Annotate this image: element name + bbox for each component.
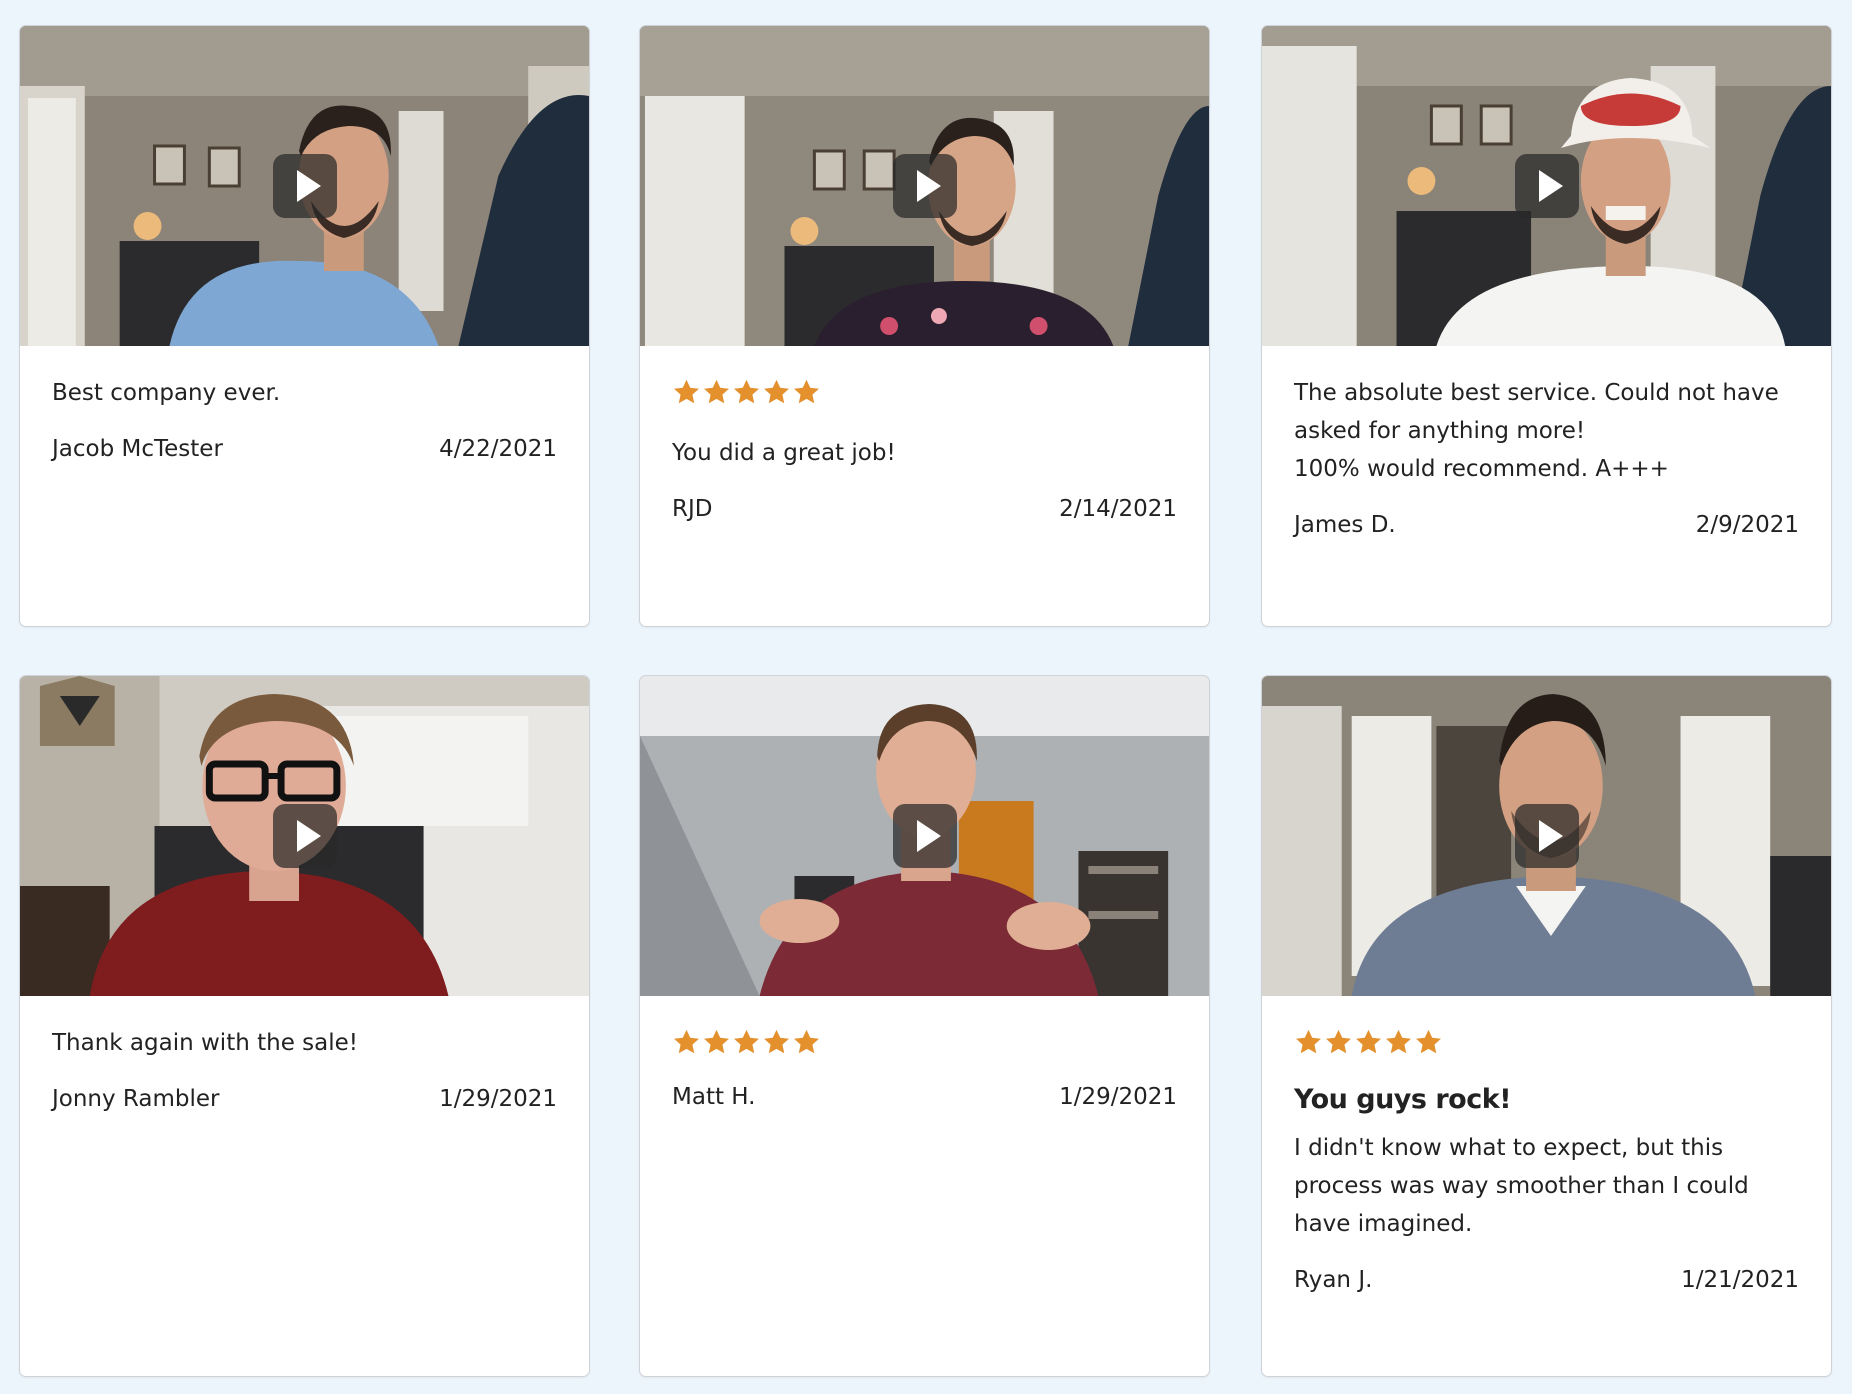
testimonial-card: Best company ever. Jacob McTester 4/22/2… — [19, 25, 590, 627]
video-thumbnail[interactable] — [20, 26, 589, 346]
testimonial-card: You did a great job! RJD 2/14/2021 — [639, 25, 1210, 627]
play-button[interactable] — [1514, 154, 1579, 218]
review-meta: Matt H. 1/29/2021 — [672, 1084, 1177, 1110]
review-meta: Ryan J. 1/21/2021 — [1294, 1267, 1799, 1293]
testimonial-body: The absolute best service. Could not hav… — [1262, 346, 1831, 562]
play-icon — [296, 820, 321, 852]
star-icon — [674, 379, 699, 404]
testimonial-body: You did a great job! RJD 2/14/2021 — [640, 346, 1209, 546]
video-thumbnail[interactable] — [640, 26, 1209, 346]
play-icon — [1538, 170, 1563, 202]
star-rating — [672, 1028, 1177, 1058]
review-date: 1/21/2021 — [1681, 1267, 1799, 1293]
testimonial-body: Best company ever. Jacob McTester 4/22/2… — [20, 346, 589, 486]
testimonial-body: You guys rock! I didn't know what to exp… — [1262, 996, 1831, 1317]
testimonial-card: You guys rock! I didn't know what to exp… — [1261, 675, 1832, 1377]
play-icon — [916, 170, 941, 202]
testimonial-card: Thank again with the sale! Jonny Rambler… — [19, 675, 590, 1377]
play-button[interactable] — [272, 154, 337, 218]
reviewer-name: Ryan J. — [1294, 1267, 1373, 1293]
star-icon — [734, 1029, 759, 1054]
star-icon — [1326, 1029, 1351, 1054]
star-icon — [734, 379, 759, 404]
review-date: 1/29/2021 — [1059, 1084, 1177, 1110]
review-title: You guys rock! — [1294, 1084, 1512, 1115]
review-date: 2/14/2021 — [1059, 496, 1177, 522]
play-button[interactable] — [1514, 804, 1579, 868]
testimonial-body: Matt H. 1/29/2021 — [640, 996, 1209, 1134]
review-text: The absolute best service. Could not hav… — [1294, 380, 1779, 482]
review-meta: James D. 2/9/2021 — [1294, 512, 1799, 538]
star-rating — [672, 378, 1177, 408]
star-icon — [1386, 1029, 1411, 1054]
review-text: You did a great job! — [672, 440, 896, 466]
review-meta: Jonny Rambler 1/29/2021 — [52, 1086, 557, 1112]
play-button[interactable] — [892, 804, 957, 868]
star-icon — [794, 1029, 819, 1054]
review-date: 4/22/2021 — [439, 436, 557, 462]
play-icon — [1538, 820, 1563, 852]
star-icon — [1416, 1029, 1441, 1054]
star-icon — [674, 1029, 699, 1054]
star-icon — [704, 1029, 729, 1054]
star-icon — [1356, 1029, 1381, 1054]
star-icon — [764, 379, 789, 404]
reviewer-name: Jacob McTester — [52, 436, 223, 462]
video-thumbnail[interactable] — [1262, 26, 1831, 346]
review-text: Best company ever. — [52, 380, 281, 406]
reviewer-name: Jonny Rambler — [52, 1086, 220, 1112]
video-thumbnail[interactable] — [20, 676, 589, 996]
video-thumbnail[interactable] — [640, 676, 1209, 996]
play-icon — [296, 170, 321, 202]
testimonial-card: The absolute best service. Could not hav… — [1261, 25, 1832, 627]
reviewer-name: Matt H. — [672, 1084, 756, 1110]
video-thumbnail[interactable] — [1262, 676, 1831, 996]
star-icon — [794, 379, 819, 404]
review-text: I didn't know what to expect, but this p… — [1294, 1135, 1749, 1237]
star-rating — [1294, 1028, 1799, 1058]
testimonial-body: Thank again with the sale! Jonny Rambler… — [20, 996, 589, 1136]
reviewer-name: James D. — [1294, 512, 1396, 538]
play-button[interactable] — [892, 154, 957, 218]
review-meta: Jacob McTester 4/22/2021 — [52, 436, 557, 462]
review-meta: RJD 2/14/2021 — [672, 496, 1177, 522]
testimonial-card: Matt H. 1/29/2021 — [639, 675, 1210, 1377]
star-icon — [1296, 1029, 1321, 1054]
review-text: Thank again with the sale! — [52, 1030, 358, 1056]
play-icon — [916, 820, 941, 852]
review-date: 2/9/2021 — [1695, 512, 1799, 538]
star-icon — [764, 1029, 789, 1054]
reviewer-name: RJD — [672, 496, 713, 522]
star-icon — [704, 379, 729, 404]
review-date: 1/29/2021 — [439, 1086, 557, 1112]
play-button[interactable] — [272, 804, 337, 868]
